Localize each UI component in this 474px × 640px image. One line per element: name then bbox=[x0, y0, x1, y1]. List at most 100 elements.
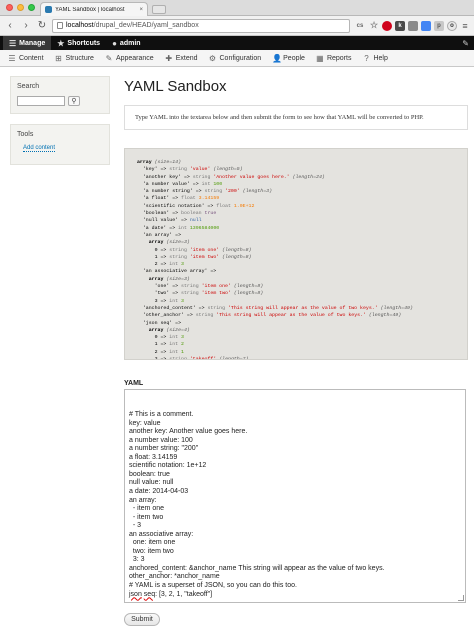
search-input[interactable] bbox=[17, 96, 65, 106]
browser-tab[interactable]: YAML Sandbox | localhost × bbox=[40, 2, 148, 16]
grey-extension-icon[interactable] bbox=[408, 20, 418, 31]
css-extension-icon[interactable]: cs bbox=[354, 21, 366, 31]
extension-icons: cs ☆ k p o ≡ bbox=[354, 20, 470, 31]
yaml-line: - item one bbox=[129, 505, 165, 513]
dump-line: 'json seq' => bbox=[137, 320, 182, 326]
yaml-line: another key: Another value goes here. bbox=[129, 428, 248, 436]
dump-line: 2 => int 3 bbox=[137, 262, 184, 268]
o-extension-icon[interactable]: o bbox=[447, 20, 457, 31]
dump-line: array (size=3) bbox=[148, 276, 190, 282]
browser-address-bar: ‹ › ↻ localhost/drupal_dev/HEAD/yaml_san… bbox=[0, 16, 474, 36]
yaml-line: # This is a comment. bbox=[129, 411, 194, 419]
dump-line: 'an associative array' => bbox=[137, 269, 217, 275]
search-button[interactable]: ⚲ bbox=[68, 96, 80, 106]
minimize-window-button[interactable] bbox=[17, 4, 24, 11]
reports-icon: ▦ bbox=[316, 53, 324, 63]
dump-line: 'other_anchor' => string 'This string wi… bbox=[137, 313, 402, 319]
toolbar-user[interactable]: ● admin bbox=[106, 36, 146, 50]
yaml-textarea[interactable]: # This is a comment. key: value another ke… bbox=[124, 389, 466, 603]
structure-icon: ⊞ bbox=[55, 53, 62, 63]
php-dump-output: array (size=14) 'key' => string 'value' … bbox=[124, 148, 468, 360]
yaml-line: # YAML is a superset of JSON, so you can… bbox=[129, 582, 297, 590]
url-text: localhost/drupal_dev/HEAD/yaml_sandbox bbox=[66, 22, 199, 29]
tools-block: Tools Add content bbox=[10, 124, 110, 165]
edit-pencil-icon[interactable]: ✎ bbox=[457, 39, 474, 48]
search-block: Search ⚲ bbox=[10, 76, 110, 114]
search-icon: ⚲ bbox=[71, 98, 77, 105]
yaml-line: json seq: [3, 2, 1, "takeoff"] bbox=[129, 590, 213, 598]
docs-extension-icon[interactable] bbox=[421, 20, 431, 31]
people-icon: 👤 bbox=[272, 53, 283, 63]
menu-item-reports[interactable]: ▦ Reports bbox=[312, 50, 359, 67]
content-icon: ☰ bbox=[8, 53, 16, 63]
menu-item-people[interactable]: 👤 People bbox=[268, 50, 312, 67]
new-tab-button[interactable] bbox=[152, 5, 166, 14]
url-input[interactable]: localhost/drupal_dev/HEAD/yaml_sandbox bbox=[52, 18, 350, 33]
php-dump-text: array (size=14) 'key' => string 'value' … bbox=[137, 159, 455, 359]
zoom-window-button[interactable] bbox=[28, 4, 35, 11]
yaml-line: a number string: "200" bbox=[129, 445, 199, 453]
toolbar-manage[interactable]: ☰ Manage bbox=[3, 36, 52, 50]
bookmark-star-icon[interactable]: ☆ bbox=[369, 20, 379, 31]
dump-line: 'boolean' => boolean true bbox=[137, 211, 217, 217]
submit-button[interactable]: Submit bbox=[124, 613, 160, 626]
yaml-line: two: item two bbox=[129, 547, 174, 555]
tab-close-icon[interactable]: × bbox=[139, 7, 143, 13]
dump-line: 'a date' => int 1396584000 bbox=[137, 225, 220, 231]
k-extension-icon[interactable]: k bbox=[395, 20, 405, 31]
tab-title: YAML Sandbox | localhost bbox=[55, 6, 125, 13]
page-title: YAML Sandbox bbox=[124, 78, 227, 95]
yaml-line: null value: null bbox=[129, 479, 174, 487]
back-arrow-icon[interactable]: ‹ bbox=[4, 20, 16, 32]
p-extension-icon[interactable]: p bbox=[434, 20, 444, 31]
dump-line: 0 => string 'item one' (length=8) bbox=[137, 247, 252, 253]
dump-line: 'another key' => string 'Another value g… bbox=[137, 174, 325, 180]
browser-menu-icon[interactable]: ≡ bbox=[460, 21, 470, 31]
yaml-line: a date: 2014-04-03 bbox=[129, 488, 189, 496]
dump-line: 'null value' => null bbox=[137, 218, 202, 224]
menu-item-structure[interactable]: ⊞ Structure bbox=[51, 50, 101, 67]
yaml-line: a float: 3.14159 bbox=[129, 453, 178, 461]
window-controls bbox=[6, 4, 35, 11]
textarea-resize-handle[interactable] bbox=[458, 595, 464, 601]
dump-line: 'an array' => bbox=[137, 232, 182, 238]
drupal-favicon-icon bbox=[45, 6, 52, 13]
dump-line: 'a float' => float 3.14159 bbox=[137, 196, 220, 202]
add-content-link[interactable]: Add content bbox=[23, 145, 56, 152]
reload-icon[interactable]: ↻ bbox=[36, 20, 48, 32]
yaml-line: an associative array: bbox=[129, 530, 194, 538]
yaml-line: an array: bbox=[129, 496, 157, 504]
admin-menu-tray: ☰ Content ⊞ Structure ✎ Appearance ✚ Extend … bbox=[0, 50, 474, 67]
yaml-line: 3: 3 bbox=[129, 556, 145, 564]
yaml-line: - item two bbox=[129, 513, 164, 521]
forward-arrow-icon[interactable]: › bbox=[20, 20, 32, 32]
menu-item-appearance[interactable]: ✎ Appearance bbox=[101, 50, 161, 67]
page-content: Search ⚲ Tools Add content YAML Sandbox … bbox=[0, 68, 474, 640]
dump-line: 3 => int 3 bbox=[137, 298, 184, 304]
dump-line: array (size=3) bbox=[148, 240, 190, 246]
menu-item-configuration[interactable]: ⚙ Configuration bbox=[205, 50, 269, 67]
dump-line: array (size=4) bbox=[148, 327, 190, 333]
appearance-icon: ✎ bbox=[105, 53, 113, 63]
dump-line: 'two' => string 'item two' (length=8) bbox=[137, 291, 264, 297]
intro-message: Type YAML into the textarea below and th… bbox=[124, 105, 468, 130]
menu-icon: ☰ bbox=[9, 38, 17, 48]
menu-item-help[interactable]: ? Help bbox=[358, 50, 394, 67]
dump-line: 'anchored_content' => string 'This strin… bbox=[137, 305, 413, 311]
star-icon: ★ bbox=[57, 38, 65, 48]
admin-toolbar: ☰ Manage ★ Shortcuts ● admin ✎ bbox=[0, 36, 474, 50]
tools-block-title: Tools bbox=[17, 131, 34, 138]
dump-line: 'a number value' => int 100 bbox=[137, 181, 223, 187]
yaml-line: one: item one bbox=[129, 539, 176, 547]
user-icon: ● bbox=[112, 38, 117, 48]
shield-extension-icon[interactable] bbox=[382, 20, 392, 31]
yaml-line: scientific notation: 1e+12 bbox=[129, 462, 207, 470]
toolbar-shortcuts[interactable]: ★ Shortcuts bbox=[51, 36, 106, 50]
main-content: YAML Sandbox Type YAML into the textarea… bbox=[124, 76, 468, 626]
menu-item-content[interactable]: ☰ Content bbox=[4, 50, 51, 67]
yaml-textarea-value: # This is a comment. key: value another ke… bbox=[129, 411, 461, 599]
close-window-button[interactable] bbox=[6, 4, 13, 11]
page-icon bbox=[57, 22, 63, 29]
menu-item-extend[interactable]: ✚ Extend bbox=[161, 50, 205, 67]
help-icon: ? bbox=[364, 53, 369, 63]
